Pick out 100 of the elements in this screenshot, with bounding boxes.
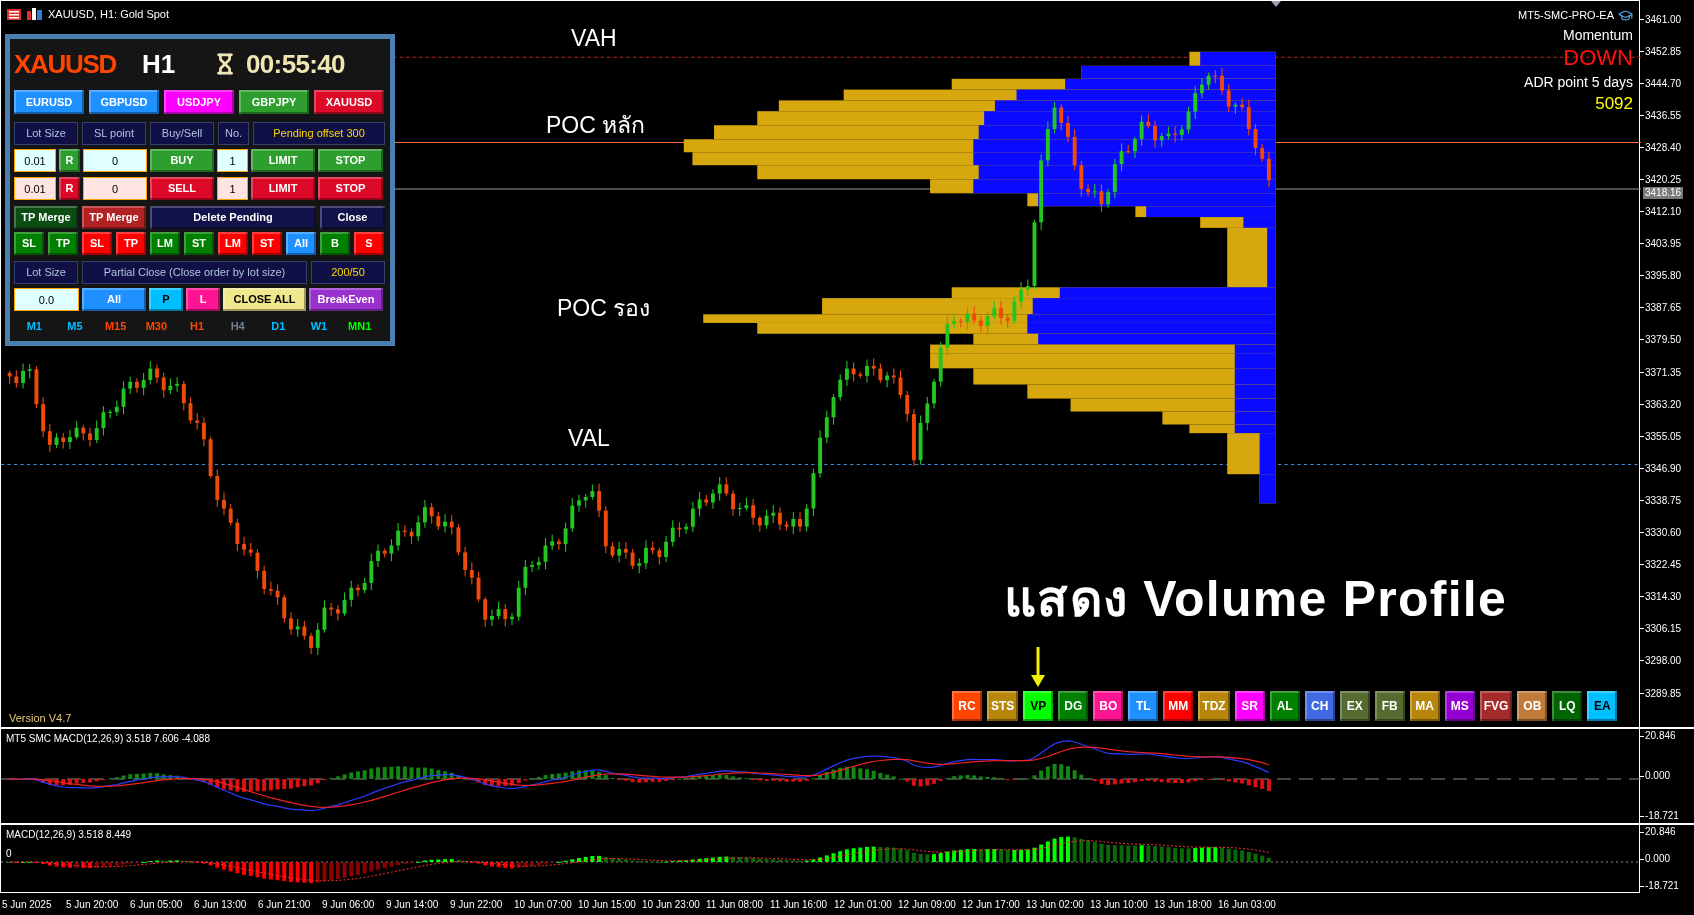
trade-button[interactable]: CLOSE ALL [223,288,306,311]
timeframe-link[interactable]: M1 [14,318,55,335]
trade-button[interactable]: LIMIT [251,149,315,172]
input-field[interactable]: 0.01 [14,177,56,200]
time-label: 6 Jun 13:00 [194,897,248,912]
input-field[interactable]: 1 [217,149,248,172]
trade-button[interactable]: SL [82,232,112,255]
timeframe-link[interactable]: M5 [54,318,96,335]
chart-annotation: POC รอง [557,297,651,320]
trade-button[interactable]: B [320,232,350,255]
trade-button[interactable]: R [59,149,80,172]
indicator-button[interactable]: MA [1409,691,1440,721]
trade-button[interactable]: LM [218,232,248,255]
trade-button[interactable]: STOP [318,149,383,172]
timeframe-link[interactable]: H4 [217,318,258,335]
trade-button[interactable]: S [354,232,384,255]
timeframe-link[interactable]: D1 [258,318,299,335]
trade-button[interactable]: LM [150,232,180,255]
indicator-button[interactable]: SR [1234,691,1265,721]
timeframe-link[interactable]: M15 [95,318,136,335]
trade-button[interactable]: R [59,177,80,200]
trade-button[interactable]: All [82,288,146,311]
indicator-button[interactable]: MS [1444,691,1475,721]
trade-button[interactable]: TP [116,232,146,255]
input-field[interactable]: 0 [83,177,147,200]
trade-button[interactable]: SELL [150,177,214,200]
version-label: Version V4.7 [9,711,72,726]
indicator-button[interactable]: DG [1058,691,1089,721]
timeframe-link[interactable]: W1 [298,318,340,335]
symbol-button[interactable]: EURUSD [14,90,84,114]
price-label: 3330.60 [1644,527,1682,539]
field-label: Partial Close (Close order by lot size) [82,261,307,284]
trade-button[interactable]: ST [184,232,214,255]
field-label: 200/50 [311,261,385,284]
trade-button[interactable]: All [286,232,316,255]
indicator-button[interactable]: CH [1304,691,1335,721]
value-label: 0.000 [1644,853,1671,865]
indicator-button[interactable]: RC [952,691,982,721]
trade-button[interactable]: TP Merge [82,206,146,229]
input-field[interactable]: 0.0 [14,288,79,311]
price-label: 3314.30 [1644,591,1682,603]
time-label: 9 Jun 06:00 [322,897,376,912]
indicator-button[interactable]: LQ [1552,691,1583,721]
price-label: 3289.85 [1644,687,1682,699]
trade-button[interactable]: Close [320,206,385,229]
momentum-value: DOWN [1563,44,1633,72]
trade-button[interactable]: LIMIT [251,177,315,200]
indicator-button[interactable]: TDZ [1198,691,1230,721]
price-label: 3420.25 [1644,174,1682,185]
indicator-button[interactable]: EX [1339,691,1370,721]
trade-button[interactable]: TP [48,232,78,255]
input-field[interactable]: 0 [83,149,147,172]
indicator-button[interactable]: FVG [1479,691,1513,721]
countdown-timer: 00:55:40 [246,51,345,77]
indicator-button[interactable]: TL [1128,691,1159,721]
time-label: 13 Jun 18:00 [1154,897,1213,912]
time-label: 13 Jun 02:00 [1026,897,1085,912]
trade-button[interactable]: L [186,288,220,311]
indicator-button[interactable]: EA [1587,691,1618,721]
symbol-button[interactable]: GBPJPY [239,90,309,114]
field-label: Pending offset 300 [253,122,385,145]
timeframe-link[interactable]: H1 [176,318,218,335]
time-label: 6 Jun 21:00 [258,897,312,912]
indicator-button[interactable]: FB [1374,691,1405,721]
trade-button[interactable]: ST [252,232,282,255]
indicator-button[interactable]: MM [1163,691,1194,721]
price-label: 3379.50 [1644,334,1682,346]
trade-button[interactable]: P [149,288,183,311]
input-field[interactable]: 0.01 [14,149,56,172]
time-label: 5 Jun 20:00 [66,897,120,912]
timeframe-link[interactable]: MN1 [339,318,380,335]
indicator-button[interactable]: AL [1269,691,1300,721]
time-label: 6 Jun 05:00 [130,897,184,912]
field-label: Lot Size [14,261,78,284]
indicator-button[interactable]: OB [1517,691,1548,721]
indicator-button[interactable]: BO [1093,691,1124,721]
value-label: 20.846 [1644,826,1676,838]
price-label: 3298.00 [1644,655,1682,667]
symbol-button[interactable]: GBPUSD [89,90,159,114]
symbol-button[interactable]: USDJPY [164,90,234,114]
trade-button[interactable]: BreakEven [309,288,383,311]
time-label: 12 Jun 01:00 [834,897,893,912]
time-label: 9 Jun 22:00 [450,897,504,912]
field-label: Buy/Sell [150,122,214,145]
symbol-button[interactable]: XAUUSD [314,90,384,114]
time-label: 12 Jun 17:00 [962,897,1021,912]
trade-button[interactable]: Delete Pending [150,206,316,229]
timeframe-link[interactable]: M30 [136,318,177,335]
current-price-tag: 3418.16 [1643,187,1684,199]
input-field[interactable]: 1 [217,177,248,200]
trade-button[interactable]: TP Merge [14,206,78,229]
trade-button[interactable]: SL [14,232,44,255]
price-label: 3355.05 [1644,430,1682,442]
indicator-button[interactable]: STS [987,691,1019,721]
trade-button[interactable]: STOP [318,177,383,200]
indicator-title: MT5 SMC MACD(12,26,9) 3.518 7.606 -4.088 [6,732,210,746]
indicator-button[interactable]: VP [1023,691,1054,721]
trade-button[interactable]: BUY [150,149,214,172]
price-label: 3461.00 [1644,13,1682,25]
zero-label: 0 [6,849,12,859]
